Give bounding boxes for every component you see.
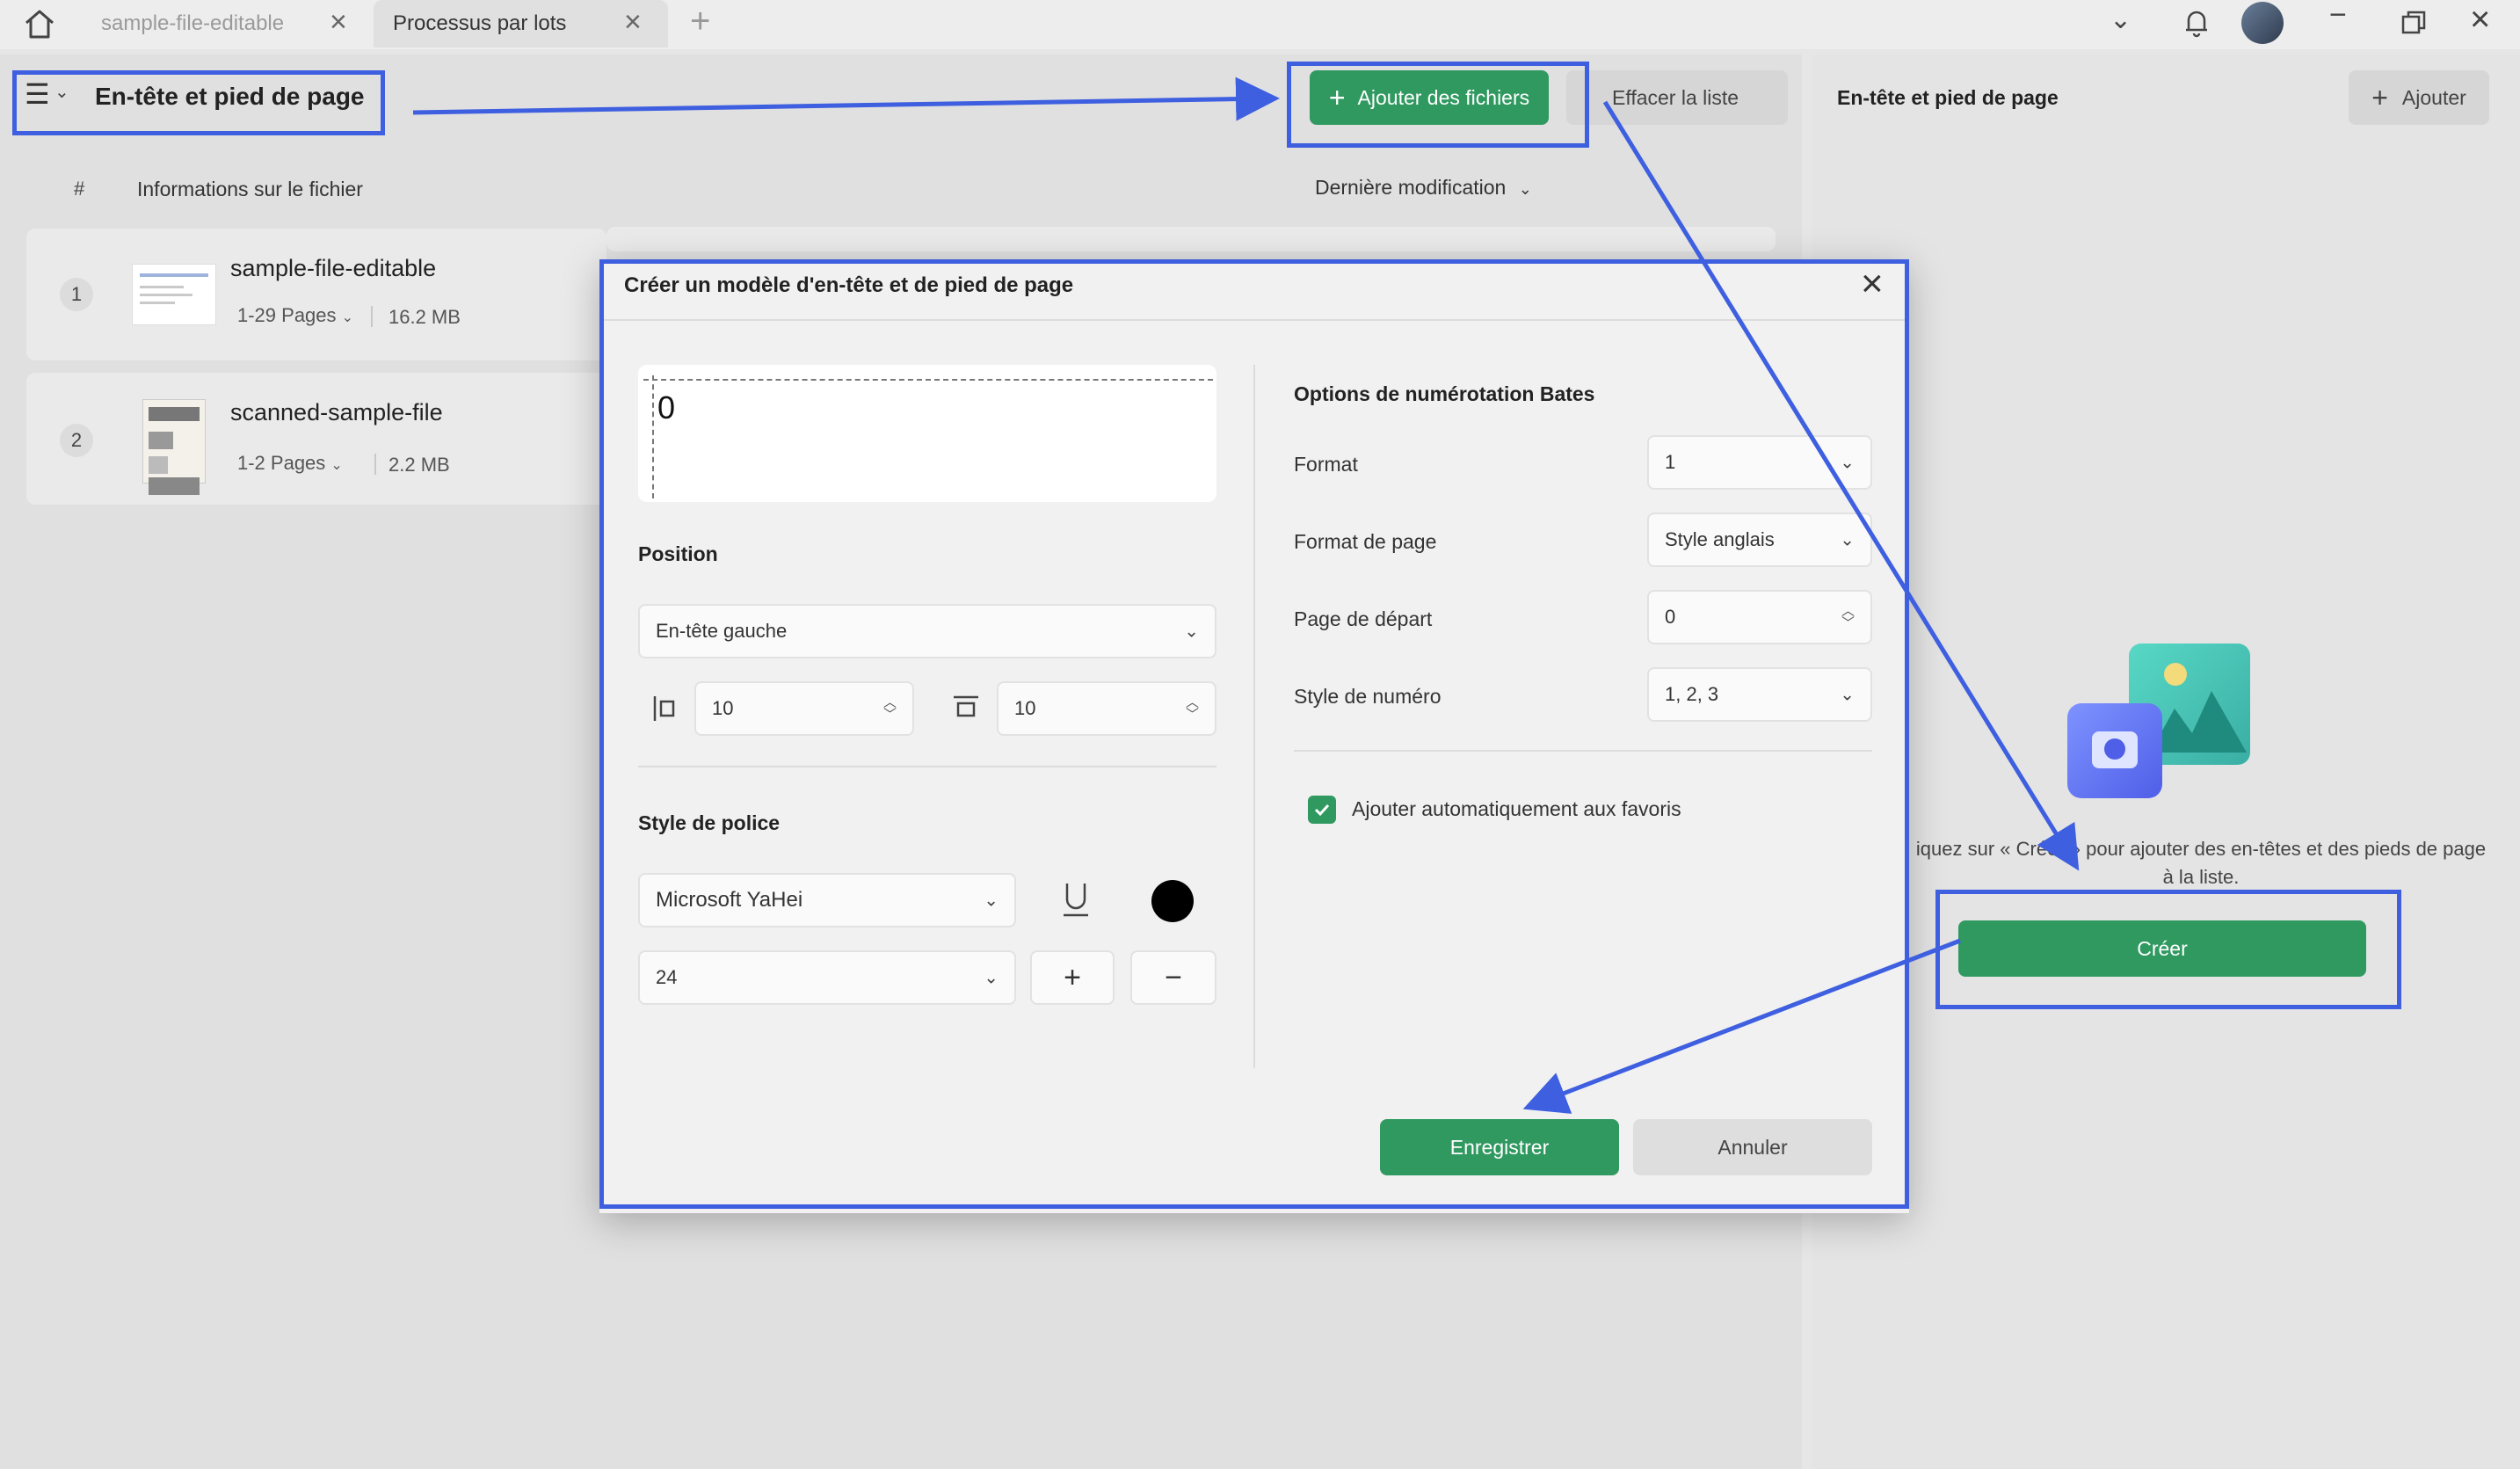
annotation-arrows (412, 76, 2080, 1114)
